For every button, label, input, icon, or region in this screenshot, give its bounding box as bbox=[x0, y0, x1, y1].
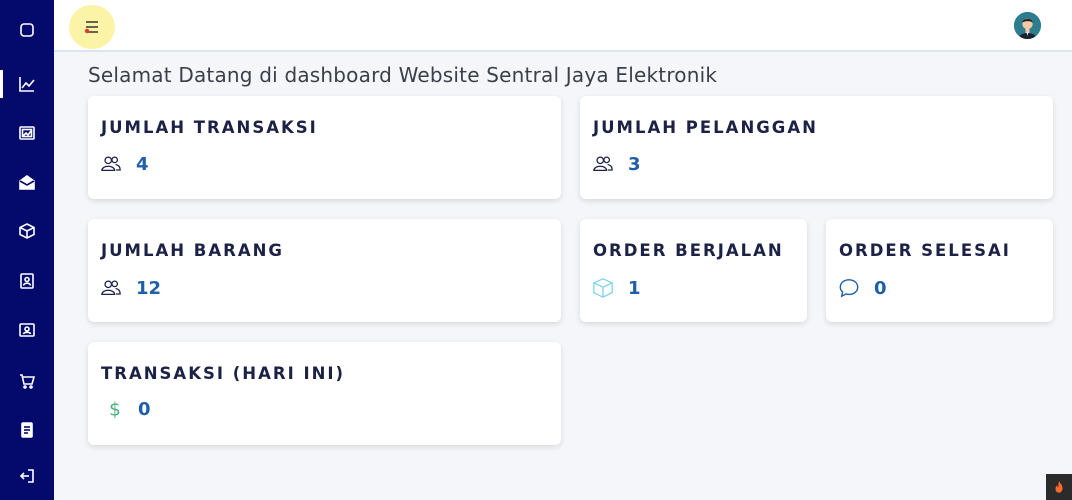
card-value-row: 4 bbox=[100, 153, 149, 175]
logout-icon bbox=[19, 469, 34, 483]
sidebar-item-logout[interactable] bbox=[0, 456, 54, 496]
id-badge-icon bbox=[19, 323, 35, 337]
card-value: 1 bbox=[628, 277, 641, 299]
flame-icon bbox=[1055, 480, 1063, 493]
user-avatar[interactable] bbox=[1014, 12, 1041, 39]
sidebar-item-customers[interactable] bbox=[0, 261, 54, 301]
card-order-berjalan: ORDER BERJALAN 1 bbox=[580, 219, 807, 322]
image-icon bbox=[19, 126, 35, 140]
card-value-row: 0 bbox=[838, 277, 887, 299]
card-value-row: 12 bbox=[100, 277, 161, 299]
card-value: 4 bbox=[136, 153, 149, 175]
square-icon bbox=[20, 23, 34, 37]
card-jumlah-barang: JUMLAH BARANG 12 bbox=[88, 219, 561, 322]
hamburger-menu-icon bbox=[84, 21, 98, 34]
card-jumlah-pelanggan: JUMLAH PELANGGAN 3 bbox=[580, 96, 1053, 199]
card-value-row: 3 bbox=[592, 153, 641, 175]
sidebar-item-home[interactable] bbox=[0, 10, 54, 50]
card-value: 3 bbox=[628, 153, 641, 175]
cart-icon bbox=[20, 374, 35, 389]
card-value: 0 bbox=[874, 277, 887, 299]
contact-card-icon bbox=[20, 273, 34, 289]
sidebar-item-dashboard[interactable] bbox=[0, 64, 54, 104]
card-title: JUMLAH BARANG bbox=[101, 241, 284, 260]
users-icon bbox=[101, 280, 121, 296]
flame-badge bbox=[1046, 474, 1072, 500]
users-icon bbox=[101, 156, 121, 172]
card-title: ORDER SELESAI bbox=[839, 241, 1011, 260]
chat-bubble-icon bbox=[839, 279, 859, 298]
sidebar-item-users[interactable] bbox=[0, 310, 54, 350]
sidebar-item-messages[interactable] bbox=[0, 162, 54, 202]
card-value-row: 1 bbox=[592, 277, 641, 299]
card-title: JUMLAH PELANGGAN bbox=[593, 118, 818, 137]
top-navbar bbox=[54, 0, 1072, 52]
card-title: JUMLAH TRANSAKSI bbox=[101, 118, 318, 137]
card-value: 0 bbox=[138, 398, 151, 420]
sidebar-item-cart[interactable] bbox=[0, 361, 54, 401]
box-icon bbox=[593, 278, 613, 298]
page-title: Selamat Datang di dashboard Website Sent… bbox=[88, 63, 718, 87]
document-icon bbox=[21, 422, 33, 438]
menu-toggle-button[interactable] bbox=[69, 5, 115, 49]
card-transaksi-hari-ini: TRANSAKSI (HARI INI) $ 0 bbox=[88, 342, 561, 445]
sidebar-item-gallery[interactable] bbox=[0, 113, 54, 153]
dollar-icon: $ bbox=[109, 399, 121, 420]
card-title: ORDER BERJALAN bbox=[593, 241, 784, 260]
card-value: 12 bbox=[136, 277, 162, 299]
svg-text:$: $ bbox=[109, 399, 121, 420]
card-jumlah-transaksi: JUMLAH TRANSAKSI 4 bbox=[88, 96, 561, 199]
chart-line-icon bbox=[19, 77, 35, 92]
card-order-selesai: ORDER SELESAI 0 bbox=[826, 219, 1053, 322]
box-icon bbox=[19, 223, 35, 239]
envelope-open-icon bbox=[19, 175, 35, 190]
card-value-row: $ 0 bbox=[104, 398, 151, 421]
card-title: TRANSAKSI (HARI INI) bbox=[101, 364, 346, 383]
sidebar-item-products[interactable] bbox=[0, 211, 54, 251]
sidebar-item-reports[interactable] bbox=[0, 410, 54, 450]
users-icon bbox=[593, 156, 613, 172]
avatar-image bbox=[1014, 12, 1041, 39]
sidebar bbox=[0, 0, 54, 500]
